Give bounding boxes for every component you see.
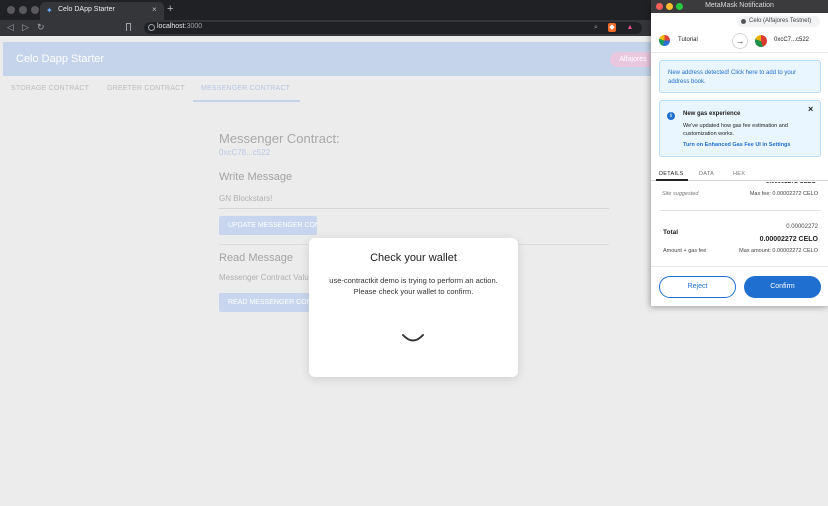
write-message-heading: Write Message [219,171,293,183]
close-tab-icon[interactable]: × [152,5,157,14]
footer-divider [651,266,828,267]
details-divider [660,210,821,211]
browser-tab-title: Celo DApp Starter [58,6,115,13]
total-label: Total [663,229,679,236]
tab-hex[interactable]: HEX [733,171,745,177]
max-amount-value: Max amount: 0.00002272 CELO [739,248,818,254]
metamask-tabs: DETAILS DATA HEX [651,167,828,181]
new-address-notice[interactable]: New address detected! Click here to add … [659,60,821,93]
tab-greeter-contract[interactable]: GREETER CONTRACT [107,85,185,92]
active-tab-underline [656,179,688,181]
app-title: Celo Dapp Starter [16,53,105,65]
enhanced-gas-settings-link[interactable]: Turn on Enhanced Gas Fee UI in Settings [683,142,790,148]
site-info-icon[interactable] [148,24,155,31]
site-suggested-label[interactable]: Site suggested [662,191,698,197]
modal-message: use-contractkit demo is trying to perfor… [329,276,498,285]
gas-notice-body: We've updated how gas fee estimation and… [683,123,788,137]
tab-details[interactable]: DETAILS [659,171,684,177]
gas-notice-title: New gas experience [683,111,741,117]
metamask-titlebar: MetaMask Notification [651,0,828,13]
total-value: 0.00002272 CELO [759,236,818,243]
network-chip[interactable]: Alfajores [610,52,656,67]
amount-plus-gas-label: Amount + gas fee [663,248,707,254]
url-port: :3000 [184,23,203,30]
metamask-window-title: MetaMask Notification [705,2,774,9]
zoom-icon[interactable]: ⌕ [592,23,600,32]
arrow-right-icon: → [732,33,748,49]
url-host: localhost [157,23,185,30]
new-address-notice-text[interactable]: New address detected! Click here to add … [668,69,816,87]
bookmark-icon[interactable] [126,23,131,31]
tab-storage-contract[interactable]: STORAGE CONTRACT [11,85,89,92]
window-minimize-light[interactable] [19,6,27,14]
url-text: localhost:3000 [157,23,202,30]
browser-window: ✦ Celo DApp Starter × + ◁ ▷ ↻ localhost:… [0,0,828,506]
window-close-light[interactable] [7,6,15,14]
account-row: Tutorial → 0xcC7...c522 [651,30,828,53]
network-dot-icon [741,19,746,24]
max-fee-value: Max fee: 0.00002272 CELO [749,191,818,197]
brave-rewards-icon[interactable]: ▲ [626,23,634,32]
brave-shield-icon[interactable]: ◆ [608,23,616,32]
tab-data[interactable]: DATA [699,171,714,177]
tab-messenger-contract[interactable]: MESSENGER CONTRACT [201,85,290,92]
from-account-avatar [659,35,670,46]
modal-instruction: Please check your wallet to confirm. [353,287,474,296]
to-account-avatar [755,35,767,47]
modal-title: Check your wallet [370,252,457,264]
active-tab-indicator [193,100,300,102]
reload-icon[interactable]: ↻ [37,22,45,33]
address-bar[interactable]: localhost:3000 [144,22,642,34]
contract-value-label: Messenger Contract Value: [219,273,316,282]
forward-icon[interactable]: ▷ [22,22,29,33]
network-name: Celo (Alfajores Testnet) [749,18,812,24]
gas-fee-value-cutoff: 0.00002272 CELO [766,182,817,185]
window-zoom-light[interactable] [31,6,39,14]
network-selector[interactable]: Celo (Alfajores Testnet) [737,16,820,27]
browser-tab[interactable]: ✦ Celo DApp Starter × [40,2,164,20]
input-underline [219,208,609,209]
metamask-notification-window: MetaMask Notification Celo (Alfajores Te… [651,0,828,306]
read-messenger-button[interactable]: READ MESSENGER CONTRACT [219,293,317,312]
new-tab-button[interactable]: + [167,3,173,15]
loading-spinner-icon [402,334,424,342]
read-message-heading: Read Message [219,252,293,264]
back-icon[interactable]: ◁ [7,22,14,33]
confirm-button[interactable]: Confirm [744,276,821,298]
update-messenger-button[interactable]: UPDATE MESSENGER CONTRACT [219,216,317,235]
reject-button[interactable]: Reject [659,276,736,298]
check-wallet-modal: Check your wallet use-contractkit demo i… [309,238,518,377]
total-value-secondary: 0.00002272 [786,224,818,230]
contract-address-link[interactable]: 0xcC78...c522 [219,148,270,157]
contract-heading: Messenger Contract: [219,131,340,146]
close-icon[interactable]: × [808,104,813,114]
celo-favicon-icon: ✦ [46,6,53,15]
gas-experience-notice: i New gas experience We've updated how g… [659,100,821,157]
to-address[interactable]: 0xcC7...c522 [774,37,809,43]
info-icon: i [667,112,675,120]
from-account-name: Tutorial [678,37,698,43]
message-input[interactable]: GN Blockstars! [219,194,609,203]
